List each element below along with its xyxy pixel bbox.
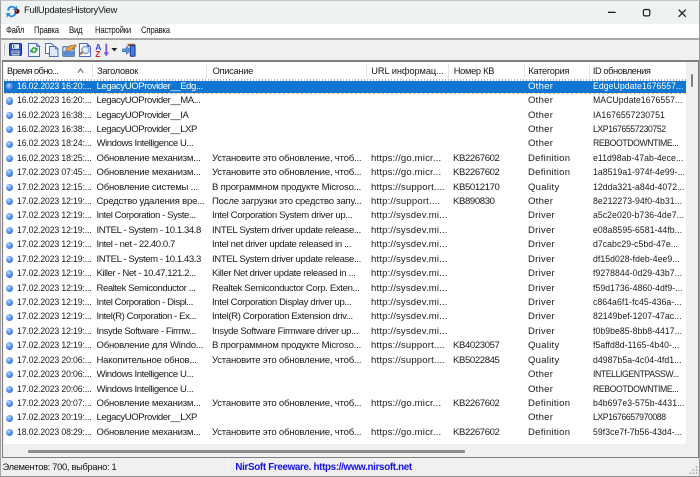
svg-text:Z: Z (95, 49, 100, 57)
